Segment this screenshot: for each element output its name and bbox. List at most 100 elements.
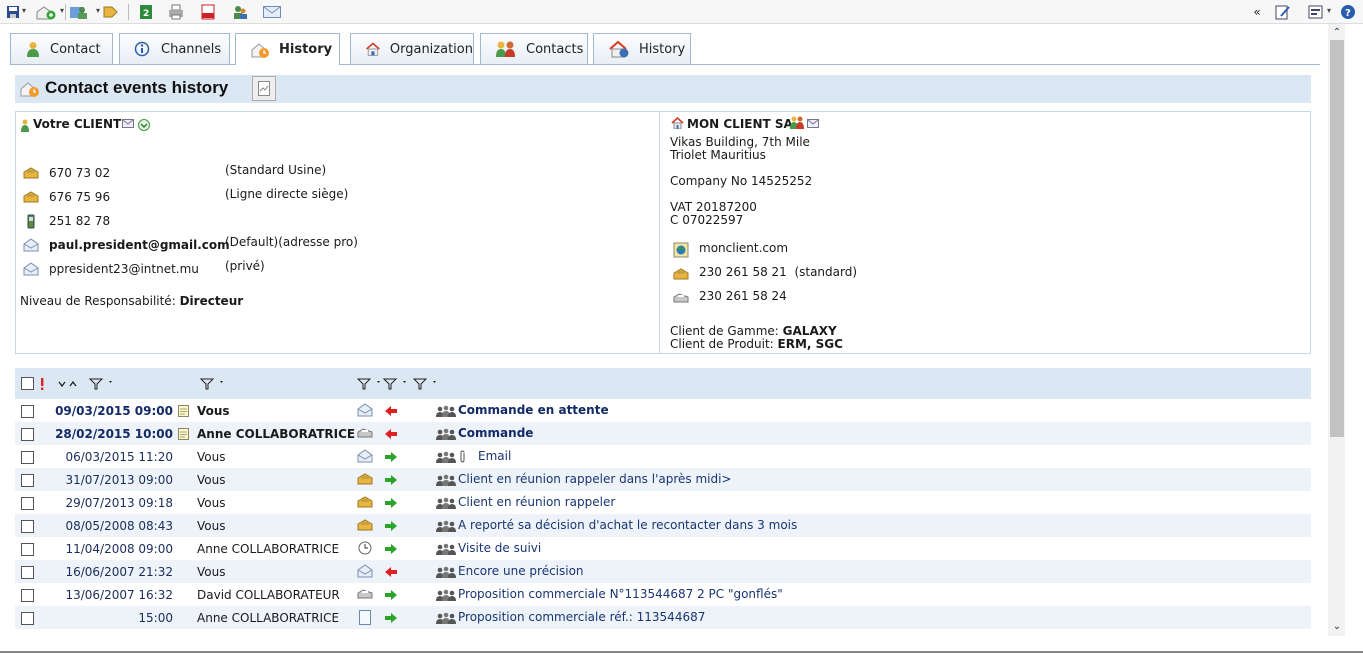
edit-icon[interactable] — [1274, 3, 1292, 21]
visit-icon — [357, 540, 373, 556]
excel-icon[interactable]: 2 — [137, 3, 155, 21]
event-subject[interactable]: A reporté sa décision d'achat le reconta… — [458, 518, 797, 532]
email-address[interactable]: paul.president@gmail.com — [49, 238, 230, 252]
event-date: 11/04/2008 09:00 — [65, 542, 173, 556]
scrollbar-thumb[interactable] — [1330, 40, 1344, 437]
chevron-down-icon[interactable]: ▾ — [22, 6, 28, 16]
tag-icon[interactable] — [101, 3, 119, 21]
users-icon — [436, 497, 458, 509]
history-row[interactable]: 08/05/2008 08:43 Vous A reporté sa décisio… — [15, 514, 1311, 537]
history-row[interactable]: 28/02/2015 10:00 Anne COLLABORATRICE Comma… — [15, 422, 1311, 445]
event-subject[interactable]: Visite de suivi — [458, 541, 541, 555]
history-row[interactable]: 09/03/2015 09:00 Vous Commande en attente — [15, 399, 1311, 422]
tab-history[interactable]: History — [235, 33, 340, 65]
email-address[interactable]: ppresident23@intnet.mu — [49, 262, 199, 276]
phone-number[interactable]: 676 75 96 — [49, 190, 110, 204]
help-icon[interactable]: ? — [1339, 3, 1357, 21]
tab-contacts[interactable]: Contacts — [480, 33, 588, 64]
event-subject[interactable]: Proposition commerciale N°113544687 2 PC… — [458, 587, 783, 601]
arrow-outgoing-icon — [383, 610, 399, 626]
produit-value: ERM, SGC — [777, 337, 843, 351]
tab-channels[interactable]: Channels — [119, 33, 230, 64]
company-fax[interactable]: 230 261 58 24 — [699, 289, 787, 303]
priority-icon[interactable] — [37, 377, 47, 390]
save-icon[interactable] — [4, 3, 22, 21]
history-row[interactable]: 11/04/2008 09:00 Anne COLLABORATRICE Visit… — [15, 537, 1311, 560]
note-icon[interactable] — [177, 427, 189, 440]
users-icon[interactable] — [231, 3, 249, 21]
tab-history-organization[interactable]: History — [593, 33, 691, 64]
event-subject[interactable]: Proposition commerciale réf.: 113544687 — [458, 610, 705, 624]
house-icon — [366, 42, 380, 56]
history-row[interactable]: 31/07/2013 09:00 Vous Client en réunion ra… — [15, 468, 1311, 491]
history-row[interactable]: 13/06/2007 16:32 David COLLABORATEUR Propo… — [15, 583, 1311, 606]
website-link[interactable]: monclient.com — [699, 241, 788, 255]
filter-icon[interactable] — [89, 377, 117, 391]
chevron-down-circle-icon[interactable] — [137, 118, 150, 131]
group-icon[interactable] — [790, 115, 804, 129]
scroll-up-icon[interactable]: ⌃ — [1331, 27, 1343, 38]
history-icon — [251, 42, 269, 58]
produit-line: Client de Produit: ERM, SGC — [670, 337, 843, 351]
history-row[interactable]: 29/07/2013 09:18 Vous Client en réunion ra… — [15, 491, 1311, 514]
history-row[interactable]: 15:00 Anne COLLABORATRICE Proposition comm… — [15, 606, 1311, 629]
tab-contact[interactable]: Contact — [10, 33, 113, 64]
filter-icon[interactable] — [383, 377, 411, 391]
event-date: 15:00 — [138, 611, 173, 625]
chevron-down-icon[interactable]: ▾ — [1327, 6, 1333, 16]
person-icon — [19, 117, 31, 133]
mail-icon[interactable] — [806, 117, 820, 129]
event-date: 28/02/2015 10:00 — [55, 427, 173, 441]
event-owner: Vous — [197, 565, 226, 579]
users-icon — [436, 428, 458, 440]
collapse-icon[interactable]: « — [1251, 3, 1263, 21]
event-date: 29/07/2013 09:18 — [65, 496, 173, 510]
phone-icon — [23, 165, 39, 181]
filter-icon[interactable] — [357, 377, 385, 391]
print-icon[interactable] — [167, 3, 185, 21]
history-row[interactable]: 16/06/2007 21:32 Vous Encore une précision — [15, 560, 1311, 583]
note-icon[interactable] — [177, 404, 189, 417]
event-subject[interactable]: Client en réunion rappeler — [458, 495, 615, 509]
svg-text:?: ? — [1345, 8, 1351, 19]
pdf-icon[interactable] — [199, 3, 217, 21]
attachment-icon[interactable] — [458, 448, 468, 464]
contacts-icon[interactable] — [68, 3, 90, 21]
filter-icon[interactable] — [200, 377, 228, 391]
phone-number[interactable]: 251 82 78 — [49, 214, 110, 228]
event-subject[interactable]: Email — [478, 449, 511, 463]
arrow-outgoing-icon — [383, 541, 399, 557]
c-number: C 07022597 — [670, 213, 744, 227]
sort-icon[interactable] — [56, 377, 80, 391]
phone-icon — [673, 266, 689, 282]
users-icon — [436, 589, 458, 601]
gamme-label: Client de Gamme: — [670, 324, 779, 338]
mail-icon[interactable] — [121, 117, 135, 129]
event-subject[interactable]: Commande en attente — [458, 403, 609, 417]
filter-icon[interactable] — [413, 377, 441, 391]
panel-divider — [659, 112, 660, 353]
settings-icon[interactable] — [1307, 3, 1325, 21]
phone-number[interactable]: 670 73 02 — [49, 166, 110, 180]
new-event-icon[interactable] — [34, 3, 58, 21]
phone-icon — [357, 517, 373, 533]
tab-organization[interactable]: Organization — [350, 33, 474, 64]
event-subject[interactable]: Client en réunion rappeler dans l'après … — [458, 472, 731, 486]
company-phone[interactable]: 230 261 58 21 (standard) — [699, 265, 857, 279]
event-subject[interactable]: Commande — [458, 426, 533, 440]
toolbar-separator — [128, 4, 129, 20]
page-title: Contact events history — [45, 78, 229, 97]
select-all-checkbox[interactable] — [21, 377, 34, 390]
house-history-icon — [609, 40, 629, 58]
history-row[interactable]: 06/03/2015 11:20 Vous Email — [15, 445, 1311, 468]
users-icon — [436, 566, 458, 578]
scroll-down-icon[interactable]: ⌄ — [1331, 620, 1343, 632]
event-subject[interactable]: Encore une précision — [458, 564, 584, 578]
phone-note: (Ligne directe siège) — [225, 187, 349, 201]
fax-icon — [673, 290, 689, 306]
arrow-outgoing-icon — [383, 518, 399, 534]
history-icon — [19, 80, 41, 98]
mail-icon[interactable] — [262, 3, 282, 21]
report-icon[interactable] — [252, 76, 276, 101]
company-name[interactable]: MON CLIENT SA — [687, 117, 793, 131]
